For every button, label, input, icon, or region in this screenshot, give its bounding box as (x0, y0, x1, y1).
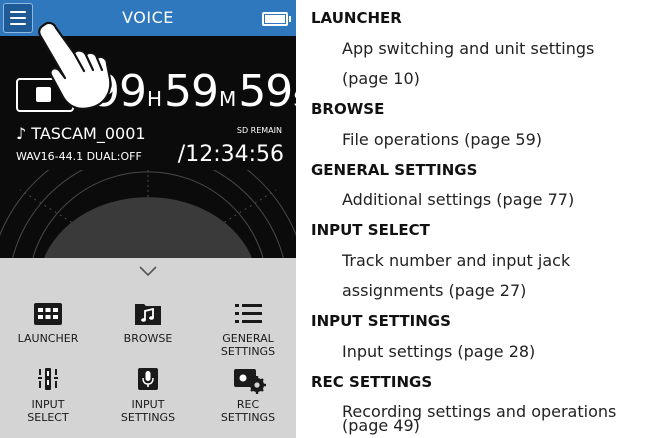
rec-settings-label: REC SETTINGS (203, 398, 293, 424)
general-settings-label-line1: GENERAL (222, 332, 274, 345)
input-settings-label-line2: SETTINGS (120, 411, 176, 424)
legend-desc-input-select-1: Track number and input jack (342, 251, 571, 270)
time-seconds-unit: S (293, 87, 296, 111)
battery-icon (262, 12, 291, 26)
input-select-label: INPUT SELECT (3, 398, 93, 424)
rec-settings-label-line1: REC (236, 398, 260, 411)
sd-remain-label: SD REMAIN (236, 126, 282, 135)
general-settings-label-line2: SETTINGS (220, 345, 276, 358)
list-icon (235, 304, 262, 323)
browse-button[interactable]: BROWSE (103, 300, 193, 372)
legend-desc-input-settings-1: Input settings (page 28) (342, 342, 536, 361)
general-settings-label: GENERAL SETTINGS (203, 332, 293, 358)
legend-desc-browse-1: File operations (page 59) (342, 130, 542, 149)
input-settings-button[interactable]: INPUT SETTINGS (103, 366, 193, 438)
legend-title-browse: BROWSE (311, 100, 385, 118)
legend-title-input-settings: INPUT SETTINGS (311, 312, 451, 330)
time-minutes: 59 (164, 66, 219, 117)
input-settings-label-line1: INPUT (131, 398, 165, 411)
input-select-label-line2: SELECT (27, 411, 69, 424)
legend-title-launcher: LAUNCHER (311, 9, 402, 27)
legend-desc-general-settings-1: Additional settings (page 77) (342, 190, 575, 209)
time-seconds: 59 (238, 66, 293, 117)
microphone-icon (138, 368, 158, 390)
legend-title-input-select: INPUT SELECT (311, 221, 430, 239)
rec-settings-button[interactable]: REC SETTINGS (203, 366, 293, 438)
legend-title-rec-settings: REC SETTINGS (311, 373, 433, 391)
legend-title-general-settings: GENERAL SETTINGS (311, 161, 478, 179)
level-meter-graphic (0, 170, 296, 270)
remain-time: /12:34:56 (177, 142, 284, 167)
browse-label: BROWSE (123, 332, 173, 345)
file-format: WAV16-44.1 DUAL:OFF (16, 150, 142, 163)
chevron-down-icon[interactable] (139, 266, 157, 276)
input-settings-label: INPUT SETTINGS (103, 398, 193, 424)
legend-desc-launcher-1: App switching and unit settings (342, 39, 595, 58)
grid-icon (34, 303, 62, 325)
legend-desc-rec-settings-2: (page 49) (342, 416, 420, 435)
time-minutes-unit: M (219, 87, 237, 111)
launcher-button[interactable]: LAUNCHER (3, 300, 93, 372)
input-select-label-line1: INPUT (31, 398, 65, 411)
file-name: ♪ TASCAM_0001 (16, 124, 146, 143)
general-settings-button[interactable]: GENERAL SETTINGS (203, 300, 293, 372)
launcher-label: LAUNCHER (17, 332, 79, 345)
input-select-button[interactable]: INPUT SELECT (3, 366, 93, 438)
legend-desc-input-select-2: assignments (page 27) (342, 281, 527, 300)
rec-settings-label-line2: SETTINGS (220, 411, 276, 424)
recorder-screen: VOICE 99H59M59S ♪ TASCAM_0001 WAV16-44.1… (0, 0, 296, 438)
music-folder-icon (135, 304, 161, 325)
pointing-hand-icon (38, 21, 112, 110)
time-hours-unit: H (147, 87, 163, 111)
input-select-icon (38, 368, 58, 390)
rec-gear-icon (234, 369, 266, 394)
legend-desc-launcher-2: (page 10) (342, 69, 420, 88)
